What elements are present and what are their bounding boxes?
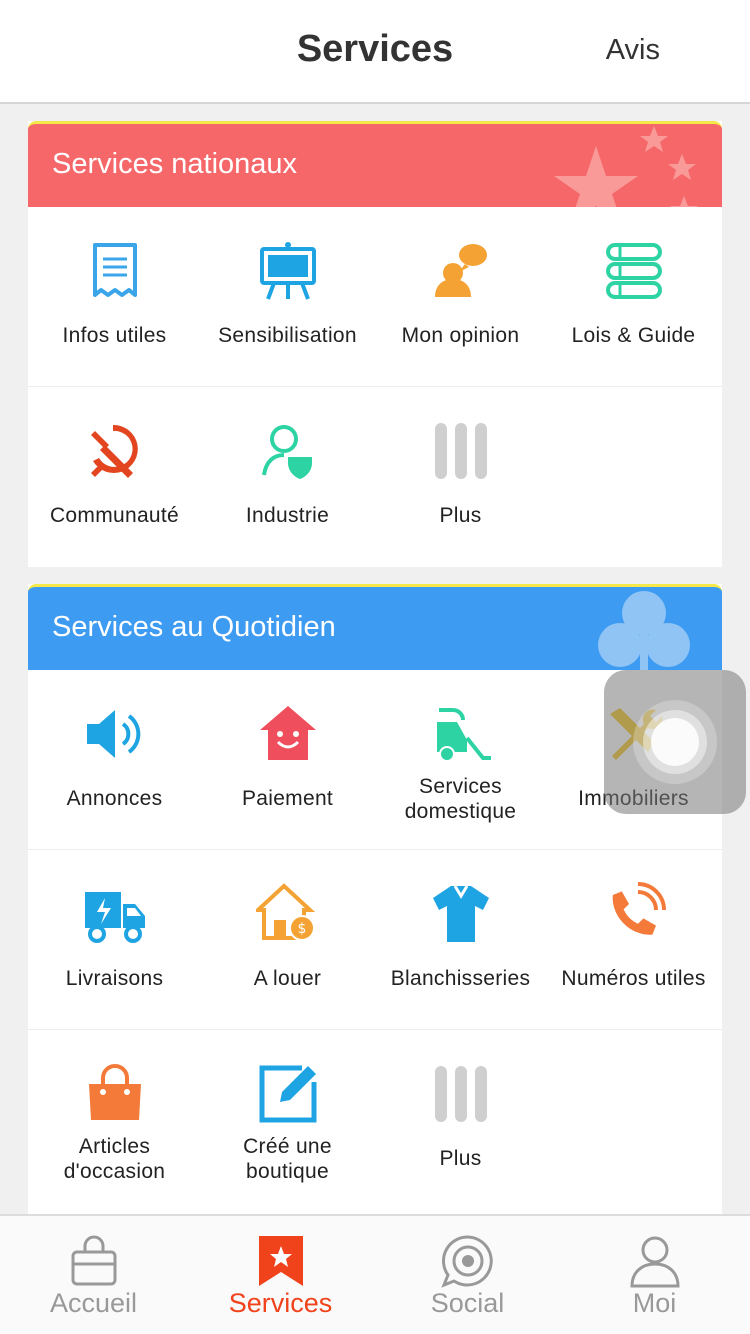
delivery-truck-icon xyxy=(83,882,147,946)
house-coin-icon: $ xyxy=(255,882,320,946)
national-services-header: Services nationaux xyxy=(28,121,722,207)
service-label: A louer xyxy=(253,967,322,990)
service-a-louer[interactable]: $ A louer xyxy=(201,850,374,1030)
service-mon-opinion[interactable]: Mon opinion xyxy=(374,207,547,387)
smiling-house-icon xyxy=(256,702,320,766)
national-services-card: Services nationaux Infos utiles Sensibil… xyxy=(28,121,722,567)
tab-label: Services xyxy=(228,1288,333,1318)
service-label: Mon opinion xyxy=(401,324,520,347)
service-sensibilisation[interactable]: Sensibilisation xyxy=(201,207,374,387)
service-label: Numéros utiles xyxy=(561,967,706,990)
handbag-icon xyxy=(83,1062,147,1126)
service-label: Industrie xyxy=(245,504,330,527)
user-icon xyxy=(628,1234,682,1288)
service-annonces[interactable]: Annonces xyxy=(28,670,201,850)
service-infos-utiles[interactable]: Infos utiles xyxy=(28,207,201,387)
tab-social[interactable]: Social xyxy=(374,1216,561,1334)
service-blanchisseries[interactable]: Blanchisseries xyxy=(374,850,547,1030)
service-label: Infos utiles xyxy=(62,324,167,347)
tab-moi[interactable]: Moi xyxy=(561,1216,748,1334)
more-bars-icon xyxy=(429,1062,493,1126)
service-label: Créé une boutique xyxy=(243,1135,332,1183)
service-label: Articles d'occasion xyxy=(63,1135,166,1183)
service-communaute[interactable]: Communauté xyxy=(28,387,201,567)
clover-decoration-icon xyxy=(598,591,690,670)
speech-person-icon xyxy=(429,239,493,303)
service-label: Annonces xyxy=(66,787,163,810)
service-label: Paiement xyxy=(241,787,334,810)
avis-button[interactable]: Avis xyxy=(606,34,660,67)
service-label: Plus xyxy=(439,504,482,527)
national-services-title: Services nationaux xyxy=(52,148,298,180)
navigation-bar: Services Avis xyxy=(0,0,750,104)
vacuum-cleaner-icon xyxy=(429,702,493,766)
service-articles-occasion[interactable]: Articles d'occasion xyxy=(28,1030,201,1210)
shirt-icon xyxy=(429,882,493,946)
tab-label: Moi xyxy=(632,1288,677,1318)
service-numeros-utiles[interactable]: Numéros utiles xyxy=(547,850,720,1030)
tab-label: Accueil xyxy=(49,1288,138,1318)
service-livraisons[interactable]: Livraisons xyxy=(28,850,201,1030)
shopping-bag-icon xyxy=(67,1234,121,1288)
person-shield-icon xyxy=(256,419,320,483)
tab-services[interactable]: Services xyxy=(187,1216,374,1334)
edit-icon xyxy=(256,1062,320,1126)
stars-decoration-icon xyxy=(554,126,698,207)
service-label: Blanchisseries xyxy=(390,967,531,990)
books-stack-icon xyxy=(602,239,666,303)
service-lois-guide[interactable]: Lois & Guide xyxy=(547,207,720,387)
hammer-sickle-icon xyxy=(83,419,147,483)
service-plus[interactable]: Plus xyxy=(374,387,547,567)
service-cree-boutique[interactable]: Créé une boutique xyxy=(201,1030,374,1210)
assistive-touch-button[interactable] xyxy=(604,670,746,814)
chat-target-icon xyxy=(440,1234,495,1288)
national-row-1: Infos utiles Sensibilisation Mon opinion… xyxy=(28,207,722,387)
service-industrie[interactable]: Industrie xyxy=(201,387,374,567)
document-icon xyxy=(83,239,147,303)
easel-board-icon xyxy=(256,239,320,303)
tab-bar: Accueil Services Social Moi xyxy=(0,1214,750,1334)
daily-services-header: Services au Quotidien xyxy=(28,584,722,670)
daily-row-3: Articles d'occasion Créé une boutique Pl… xyxy=(28,1030,722,1210)
service-paiement[interactable]: Paiement xyxy=(201,670,374,850)
bookmark-star-icon xyxy=(254,1234,308,1288)
phone-icon xyxy=(602,882,666,946)
service-domestique[interactable]: Services domestique xyxy=(374,670,547,850)
national-row-2: Communauté Industrie Plus xyxy=(28,387,722,567)
daily-row-2: Livraisons $ A louer Blanchisseries Numé… xyxy=(28,850,722,1030)
tab-accueil[interactable]: Accueil xyxy=(0,1216,187,1334)
tab-label: Social xyxy=(430,1288,505,1318)
service-label: Lois & Guide xyxy=(571,324,696,347)
service-label: Plus xyxy=(439,1147,482,1170)
daily-services-title: Services au Quotidien xyxy=(52,611,336,643)
service-label: Services domestique xyxy=(404,775,517,823)
service-label: Sensibilisation xyxy=(218,324,357,347)
service-label: Livraisons xyxy=(65,967,164,990)
more-bars-icon xyxy=(429,419,493,483)
service-plus[interactable]: Plus xyxy=(374,1030,547,1210)
svg-text:$: $ xyxy=(297,921,306,937)
service-label: Communauté xyxy=(49,504,180,527)
speaker-icon xyxy=(83,702,147,766)
